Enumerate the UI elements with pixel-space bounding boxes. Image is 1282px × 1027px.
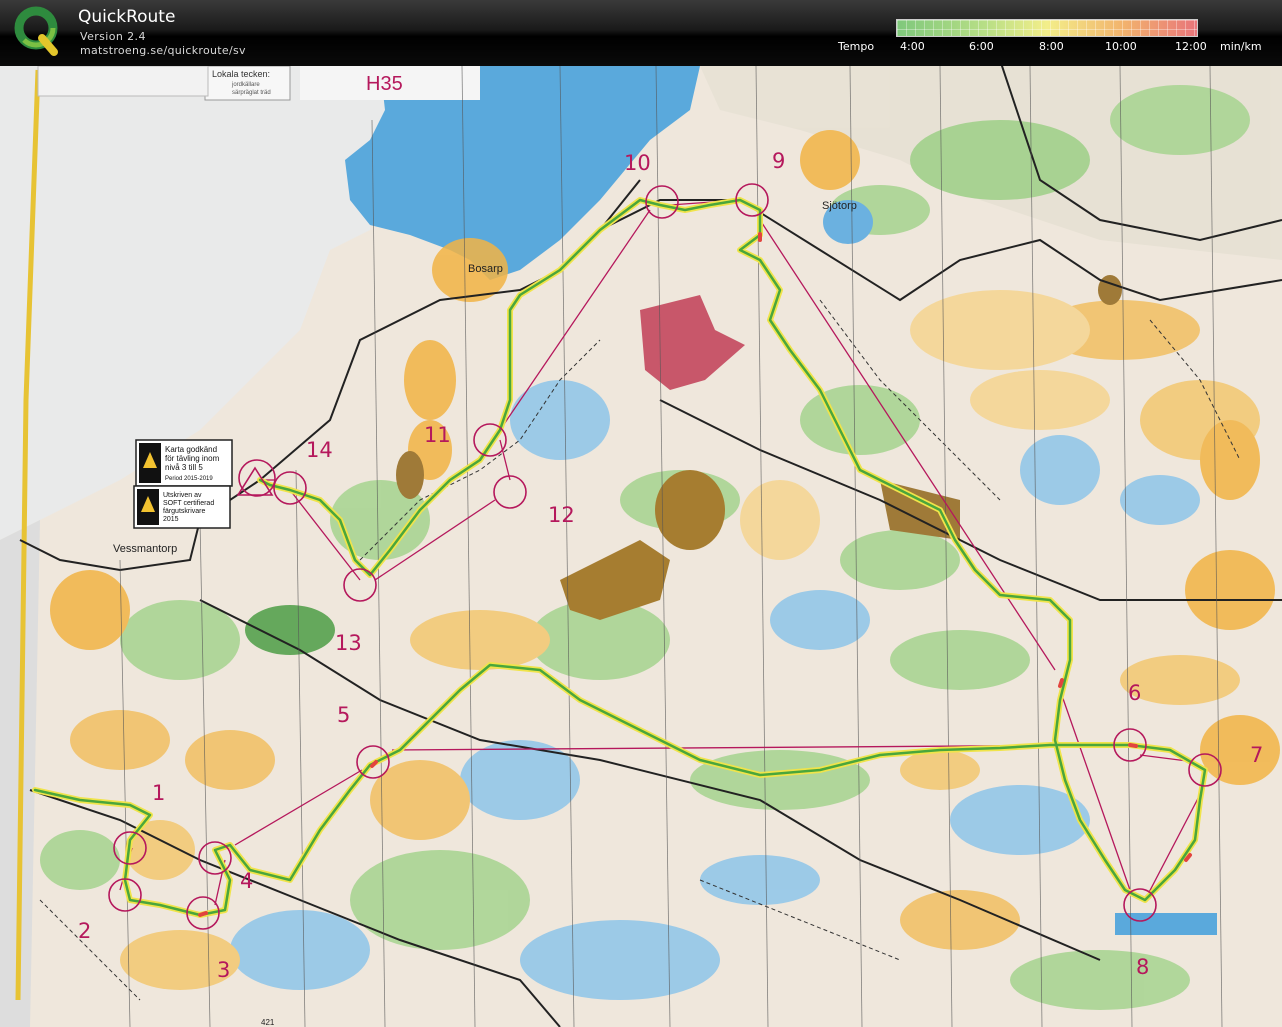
app-version: Version 2.4: [80, 30, 146, 43]
app-header: QuickRoute Version 2.4 matstroeng.se/qui…: [0, 0, 1282, 66]
control-number-13: 13: [335, 631, 362, 655]
control-number-4: 4: [240, 869, 253, 893]
tempo-tick: 6:00: [969, 40, 994, 53]
approval-badge: Karta godkänd för tävling inom nivå 3 ti…: [135, 439, 233, 487]
badge1-line4: Period 2015-2019: [165, 476, 213, 482]
badge2-line2: SOFT certifierad: [163, 500, 214, 507]
badge1-line2: för tävling inom: [165, 454, 220, 463]
control-number-10: 10: [624, 151, 651, 175]
badge2-line4: 2015: [163, 516, 179, 523]
quickroute-logo-icon: [14, 6, 58, 56]
legend-line2: särpräglat träd: [232, 90, 271, 96]
control-number-1: 1: [152, 781, 165, 805]
control-number-2: 2: [78, 919, 91, 943]
tempo-tick: 10:00: [1105, 40, 1137, 53]
badge2-line1: Utskriven av: [163, 492, 202, 499]
print-badge: Utskriven av SOFT certifierad färgutskri…: [133, 485, 231, 529]
bottom-number: 421: [261, 1018, 275, 1027]
control-number-3: 3: [217, 958, 230, 982]
control-number-8: 8: [1136, 955, 1149, 979]
control-number-12: 12: [548, 503, 575, 527]
control-number-7: 7: [1250, 743, 1263, 767]
control-number-6: 6: [1128, 681, 1141, 705]
course-label: H35: [366, 73, 403, 95]
place-sjotorp: Sjötorp: [822, 200, 857, 212]
badge2-line3: färgutskrivare: [163, 508, 206, 515]
badge1-line3: nivå 3 till 5: [165, 463, 203, 472]
place-bosarp: Bosarp: [468, 263, 503, 275]
control-number-9: 9: [772, 149, 785, 173]
control-number-14: 14: [306, 438, 333, 462]
legend-line1: jordkällare: [231, 82, 260, 88]
tempo-label: Tempo: [838, 40, 875, 53]
app-url[interactable]: matstroeng.se/quickroute/sv: [80, 44, 246, 57]
tempo-tick: 12:00: [1175, 40, 1207, 53]
tempo-color-scale[interactable]: [896, 19, 1198, 37]
legend-title: Lokala tecken:: [212, 69, 270, 79]
badge1-line1: Karta godkänd: [165, 445, 217, 454]
control-number-11: 11: [424, 423, 451, 447]
orienteering-map[interactable]: H35 Lokala tecken: jordkällare särprägla…: [0, 66, 1282, 1027]
tempo-tick: 8:00: [1039, 40, 1064, 53]
app-title: QuickRoute: [78, 7, 176, 27]
legend-left-box: [37, 66, 209, 97]
tempo-unit: min/km: [1220, 40, 1262, 53]
control-number-5: 5: [337, 703, 350, 727]
place-vessmantorp: Vessmantorp: [113, 543, 177, 555]
tempo-tick: 4:00: [900, 40, 925, 53]
